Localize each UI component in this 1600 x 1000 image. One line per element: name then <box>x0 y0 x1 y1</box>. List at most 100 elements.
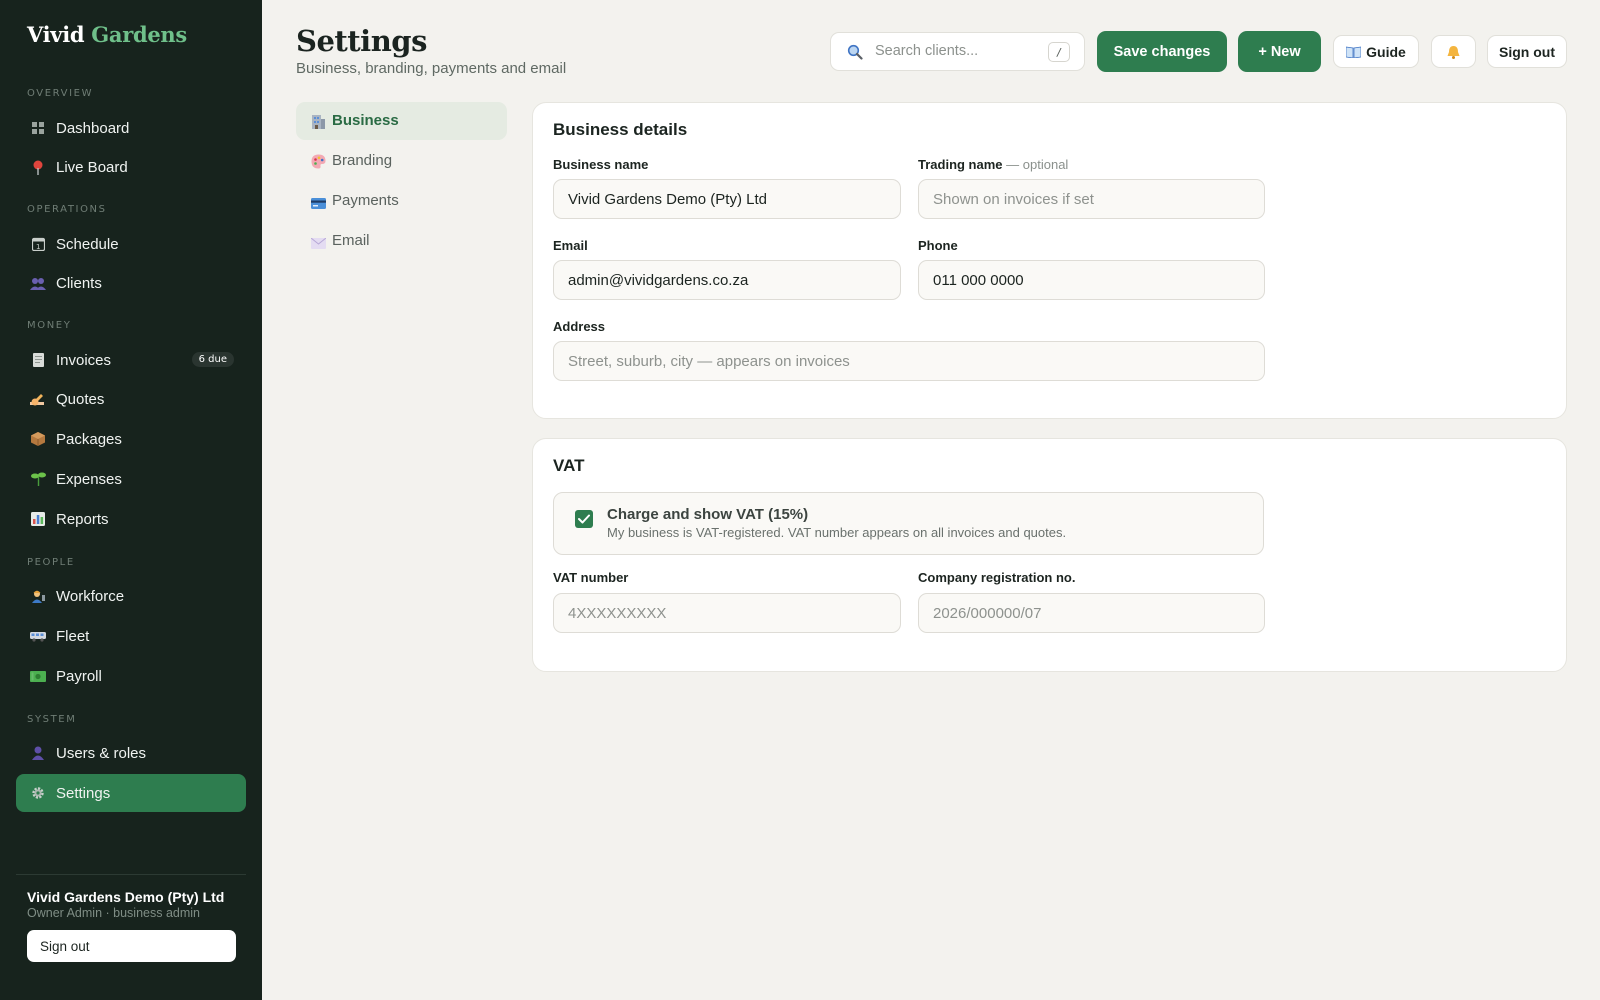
sidebar-item-clients[interactable]: Clients <box>16 264 246 302</box>
sidebar-item-expenses[interactable]: Expenses <box>16 460 246 498</box>
book-icon <box>1346 46 1362 58</box>
sidebar-item-label: Settings <box>56 784 111 802</box>
vat-number-label: VAT number <box>553 570 629 585</box>
subnav-branding[interactable]: Branding <box>296 142 507 180</box>
subnav-label: Email <box>332 232 370 249</box>
subnav-label: Payments <box>332 192 399 209</box>
subnav-email[interactable]: Email <box>296 222 507 260</box>
phone-label: Phone <box>918 238 958 253</box>
sidebar-item-label: Expenses <box>56 470 122 488</box>
search-input[interactable]: Search clients... / <box>830 32 1085 71</box>
sidebar-item-packages[interactable]: Packages <box>16 420 246 458</box>
company-reg-input[interactable]: 2026/000000/07 <box>918 593 1265 633</box>
business-details-card: Business details Business name Vivid Gar… <box>532 102 1567 419</box>
sidebar-item-label: Live Board <box>56 158 128 176</box>
sidebar-item-label: Clients <box>56 274 102 292</box>
search-shortcut-key: / <box>1048 42 1070 62</box>
truck-icon <box>30 628 46 644</box>
new-button[interactable]: + New <box>1238 31 1321 72</box>
sidebar-item-users-roles[interactable]: Users & roles <box>16 734 246 772</box>
sidebar-item-label: Dashboard <box>56 119 130 137</box>
phone-field[interactable]: 011 000 0000 <box>918 260 1265 300</box>
bell-icon <box>1447 45 1460 59</box>
sidebar-item-fleet[interactable]: Fleet <box>16 617 246 655</box>
writing-hand-icon <box>30 391 46 407</box>
envelope-icon <box>310 234 327 249</box>
email-field[interactable]: admin@vividgardens.co.za <box>553 260 901 300</box>
brand-logo[interactable]: Vivid Gardens <box>27 22 187 47</box>
sidebar-item-label: Workforce <box>56 587 125 605</box>
business-name-label: Business name <box>553 157 649 172</box>
header-sign-out-button[interactable]: Sign out <box>1487 35 1567 68</box>
palette-icon <box>311 154 326 169</box>
save-changes-button[interactable]: Save changes <box>1097 31 1227 72</box>
org-name: Vivid Gardens Demo (Pty) Ltd <box>27 889 225 905</box>
sidebar-item-label: Quotes <box>56 390 105 408</box>
section-label-operations: OPERATIONS <box>27 204 107 215</box>
worker-icon <box>30 588 46 604</box>
receipt-icon <box>30 352 46 368</box>
sidebar-sign-out-button[interactable]: Sign out <box>27 930 236 962</box>
address-input[interactable]: Street, suburb, city — appears on invoic… <box>553 341 1265 381</box>
brand-word-2: Gardens <box>91 22 187 47</box>
sidebar-item-label: Fleet <box>56 627 90 645</box>
address-label: Address <box>553 319 606 334</box>
sidebar-divider <box>16 874 246 875</box>
user-icon <box>30 745 46 761</box>
trading-name-label: Trading name — optional <box>918 157 1068 172</box>
email-label: Email <box>553 238 588 253</box>
gear-icon <box>30 785 46 801</box>
sidebar-item-schedule[interactable]: 1 Schedule <box>16 225 246 263</box>
calendar-icon: 1 <box>30 236 46 252</box>
search-placeholder: Search clients... <box>875 43 979 59</box>
vat-card: VAT Charge and show VAT (15%) My busines… <box>532 438 1567 672</box>
sidebar-item-label: Payroll <box>56 667 102 685</box>
sidebar-item-invoices[interactable]: Invoices 6 due <box>16 341 246 379</box>
sidebar-item-label: Packages <box>56 430 122 448</box>
vat-number-input[interactable]: 4XXXXXXXXX <box>553 593 901 633</box>
invoices-due-badge: 6 due <box>191 352 234 367</box>
sidebar-item-reports[interactable]: Reports <box>16 500 246 538</box>
vat-charge-option[interactable]: Charge and show VAT (15%) My business is… <box>553 492 1264 555</box>
building-icon <box>311 114 326 129</box>
subnav-business[interactable]: Business <box>296 102 507 140</box>
vat-charge-label: Charge and show VAT (15%) <box>607 506 809 523</box>
sidebar-item-payroll[interactable]: Payroll <box>16 657 246 695</box>
sidebar-item-dashboard[interactable]: Dashboard <box>16 109 246 147</box>
cash-icon <box>30 668 46 684</box>
guide-label: Guide <box>1366 43 1406 60</box>
guide-button[interactable]: Guide <box>1333 35 1419 68</box>
sidebar-item-label: Users & roles <box>56 744 147 762</box>
sidebar-item-quotes[interactable]: Quotes <box>16 380 246 418</box>
trading-name-label-text: Trading name <box>918 157 1003 172</box>
notifications-button[interactable] <box>1431 35 1476 68</box>
trading-name-optional: — optional <box>1006 157 1069 172</box>
section-label-system: SYSTEM <box>27 714 77 725</box>
trading-name-input[interactable]: Shown on invoices if set <box>918 179 1265 219</box>
vat-title: VAT <box>553 456 585 475</box>
sidebar-item-settings[interactable]: Settings <box>16 774 246 812</box>
business-name-input[interactable]: Vivid Gardens Demo (Pty) Ltd <box>553 179 901 219</box>
seedling-icon <box>30 471 46 487</box>
package-icon <box>30 431 46 447</box>
section-label-people: PEOPLE <box>27 557 75 568</box>
vat-charge-description: My business is VAT-registered. VAT numbe… <box>607 525 1067 540</box>
bar-chart-icon <box>30 511 46 527</box>
subnav-label: Business <box>332 112 399 129</box>
subnav-payments[interactable]: Payments <box>296 182 507 220</box>
business-details-title: Business details <box>553 120 688 139</box>
vat-checkbox[interactable] <box>575 510 593 528</box>
section-label-overview: OVERVIEW <box>27 88 94 99</box>
sidebar-item-live-board[interactable]: Live Board <box>16 148 246 186</box>
search-icon <box>847 44 863 60</box>
page-title: Settings <box>296 24 427 58</box>
section-label-money: MONEY <box>27 320 72 331</box>
sidebar-item-workforce[interactable]: Workforce <box>16 577 246 615</box>
sidebar-item-label: Reports <box>56 510 109 528</box>
pin-icon <box>30 159 46 175</box>
grid-icon <box>30 120 46 136</box>
credit-card-icon <box>311 194 326 209</box>
org-role: Owner Admin · business admin <box>27 906 200 920</box>
sidebar-item-label: Schedule <box>56 235 119 253</box>
company-reg-label: Company registration no. <box>918 570 1076 585</box>
